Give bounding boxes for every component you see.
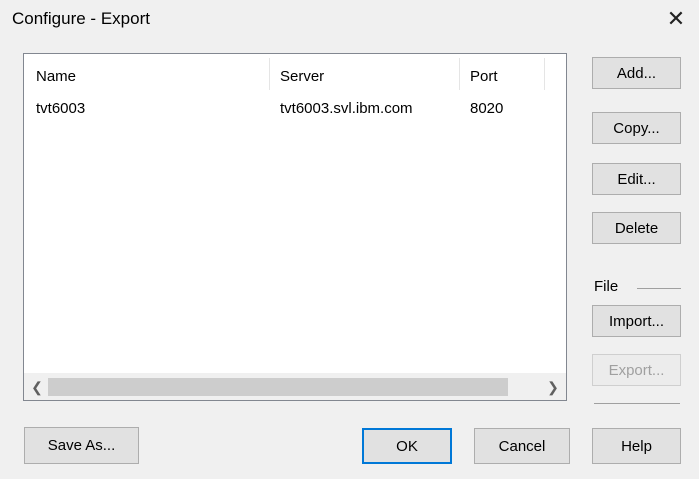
file-group-bottom-divider [594,403,680,404]
cancel-button[interactable]: Cancel [474,428,570,464]
cell-port: 8020 [470,100,504,117]
edit-button[interactable]: Edit... [592,163,681,195]
title-bar: Configure - Export ✕ [0,0,699,40]
window-title: Configure - Export [12,9,150,28]
column-divider[interactable] [544,58,545,90]
horizontal-scrollbar[interactable]: ❮ ❯ [24,373,566,400]
delete-button[interactable]: Delete [592,212,681,244]
export-button[interactable]: Export... [592,354,681,386]
column-header-port[interactable]: Port [470,68,498,85]
close-icon[interactable]: ✕ [663,6,689,32]
scroll-thumb[interactable] [48,378,508,396]
cell-name: tvt6003 [36,100,86,117]
scroll-right-icon[interactable]: ❯ [540,374,566,400]
import-button[interactable]: Import... [592,305,681,337]
column-divider[interactable] [269,58,270,90]
column-divider[interactable] [459,58,460,90]
copy-button[interactable]: Copy... [592,112,681,144]
help-button[interactable]: Help [592,428,681,464]
file-group-label: File [594,278,619,295]
save-as-button[interactable]: Save As... [24,427,139,464]
server-list[interactable]: Name Server Port tvt6003 tvt6003.svl.ibm… [23,53,567,401]
file-group-divider [637,288,681,289]
ok-button[interactable]: OK [362,428,452,464]
add-button[interactable]: Add... [592,57,681,89]
column-header-server[interactable]: Server [280,68,324,85]
cell-server: tvt6003.svl.ibm.com [280,100,413,117]
scroll-left-icon[interactable]: ❮ [24,374,50,400]
column-header-name[interactable]: Name [36,68,76,85]
